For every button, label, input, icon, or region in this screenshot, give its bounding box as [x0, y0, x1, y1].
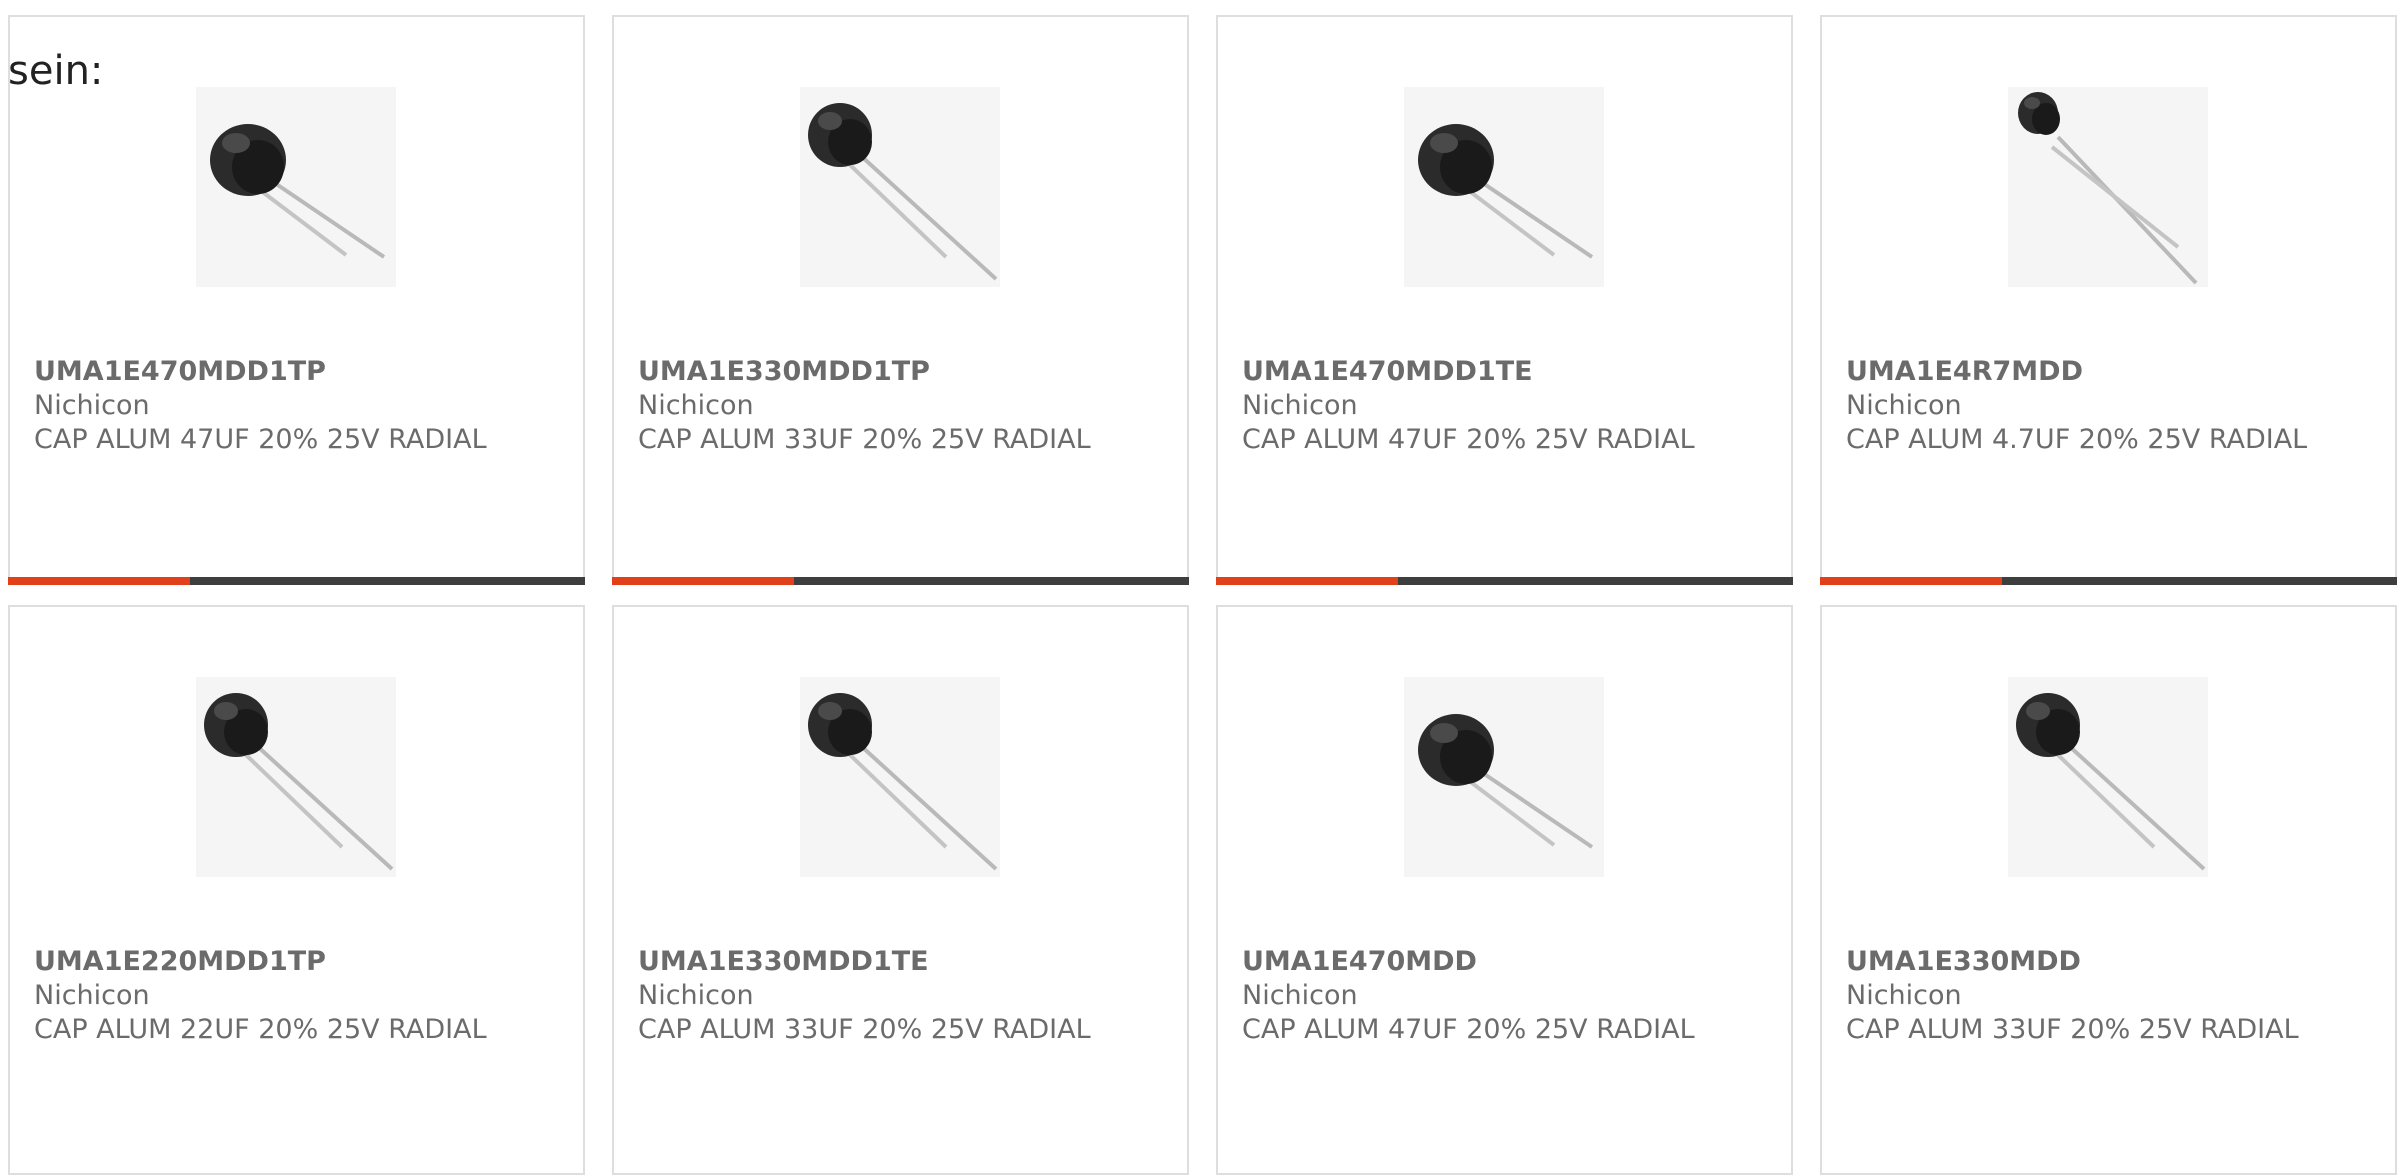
- product-card[interactable]: UMA1E330MDD Nichicon CAP ALUM 33UF 20% 2…: [1820, 605, 2397, 1175]
- capacitor-image[interactable]: [2008, 87, 2208, 287]
- product-card[interactable]: UMA1E330MDD1TP Nichicon CAP ALUM 33UF 20…: [612, 15, 1189, 585]
- product-card[interactable]: UMA1E470MDD1TE Nichicon CAP ALUM 47UF 20…: [1216, 15, 1793, 585]
- product-card[interactable]: UMA1E330MDD1TE Nichicon CAP ALUM 33UF 20…: [612, 605, 1189, 1175]
- intro-text: sein:: [8, 48, 104, 94]
- product-grid: UMA1E470MDD1TP Nichicon CAP ALUM 47UF 20…: [8, 15, 2400, 1175]
- description: CAP ALUM 33UF 20% 25V RADIAL: [638, 1014, 1091, 1045]
- capacitor-image[interactable]: [1404, 677, 1604, 877]
- description: CAP ALUM 33UF 20% 25V RADIAL: [638, 424, 1091, 455]
- manufacturer: Nichicon: [1846, 390, 1962, 421]
- description: CAP ALUM 47UF 20% 25V RADIAL: [1242, 1014, 1695, 1045]
- card-bar: [1820, 577, 2397, 585]
- card-bar-accent: [612, 577, 794, 585]
- capacitor-image[interactable]: [1404, 87, 1604, 287]
- product-info: UMA1E330MDD Nichicon CAP ALUM 33UF 20% 2…: [1846, 945, 2366, 1047]
- manufacturer: Nichicon: [1242, 390, 1358, 421]
- description: CAP ALUM 33UF 20% 25V RADIAL: [1846, 1014, 2299, 1045]
- card-bar: [1216, 577, 1793, 585]
- capacitor-image[interactable]: [196, 677, 396, 877]
- manufacturer: Nichicon: [34, 390, 150, 421]
- capacitor-image[interactable]: [800, 677, 1000, 877]
- card-bar-accent: [1820, 577, 2002, 585]
- product-info: UMA1E4R7MDD Nichicon CAP ALUM 4.7UF 20% …: [1846, 355, 2366, 457]
- product-info: UMA1E470MDD1TE Nichicon CAP ALUM 47UF 20…: [1242, 355, 1762, 457]
- manufacturer: Nichicon: [1242, 980, 1358, 1011]
- part-number-link[interactable]: UMA1E470MDD: [1242, 945, 1762, 979]
- manufacturer: Nichicon: [638, 390, 754, 421]
- capacitor-image[interactable]: [800, 87, 1000, 287]
- capacitor-image[interactable]: [2008, 677, 2208, 877]
- part-number-link[interactable]: UMA1E4R7MDD: [1846, 355, 2366, 389]
- part-number-link[interactable]: UMA1E330MDD1TP: [638, 355, 1158, 389]
- product-card[interactable]: UMA1E470MDD1TP Nichicon CAP ALUM 47UF 20…: [8, 15, 585, 585]
- card-bar: [612, 577, 1189, 585]
- part-number-link[interactable]: UMA1E330MDD: [1846, 945, 2366, 979]
- product-info: UMA1E470MDD1TP Nichicon CAP ALUM 47UF 20…: [34, 355, 554, 457]
- part-number-link[interactable]: UMA1E330MDD1TE: [638, 945, 1158, 979]
- product-card[interactable]: UMA1E220MDD1TP Nichicon CAP ALUM 22UF 20…: [8, 605, 585, 1175]
- manufacturer: Nichicon: [638, 980, 754, 1011]
- description: CAP ALUM 22UF 20% 25V RADIAL: [34, 1014, 487, 1045]
- product-card[interactable]: UMA1E470MDD Nichicon CAP ALUM 47UF 20% 2…: [1216, 605, 1793, 1175]
- product-info: UMA1E220MDD1TP Nichicon CAP ALUM 22UF 20…: [34, 945, 554, 1047]
- description: CAP ALUM 47UF 20% 25V RADIAL: [34, 424, 487, 455]
- capacitor-image[interactable]: [196, 87, 396, 287]
- product-card[interactable]: UMA1E4R7MDD Nichicon CAP ALUM 4.7UF 20% …: [1820, 15, 2397, 585]
- product-info: UMA1E330MDD1TP Nichicon CAP ALUM 33UF 20…: [638, 355, 1158, 457]
- description: CAP ALUM 4.7UF 20% 25V RADIAL: [1846, 424, 2308, 455]
- card-bar-accent: [1216, 577, 1398, 585]
- part-number-link[interactable]: UMA1E220MDD1TP: [34, 945, 554, 979]
- product-info: UMA1E330MDD1TE Nichicon CAP ALUM 33UF 20…: [638, 945, 1158, 1047]
- part-number-link[interactable]: UMA1E470MDD1TP: [34, 355, 554, 389]
- product-info: UMA1E470MDD Nichicon CAP ALUM 47UF 20% 2…: [1242, 945, 1762, 1047]
- manufacturer: Nichicon: [1846, 980, 1962, 1011]
- description: CAP ALUM 47UF 20% 25V RADIAL: [1242, 424, 1695, 455]
- card-bar: [8, 577, 585, 585]
- card-bar-accent: [8, 577, 190, 585]
- part-number-link[interactable]: UMA1E470MDD1TE: [1242, 355, 1762, 389]
- manufacturer: Nichicon: [34, 980, 150, 1011]
